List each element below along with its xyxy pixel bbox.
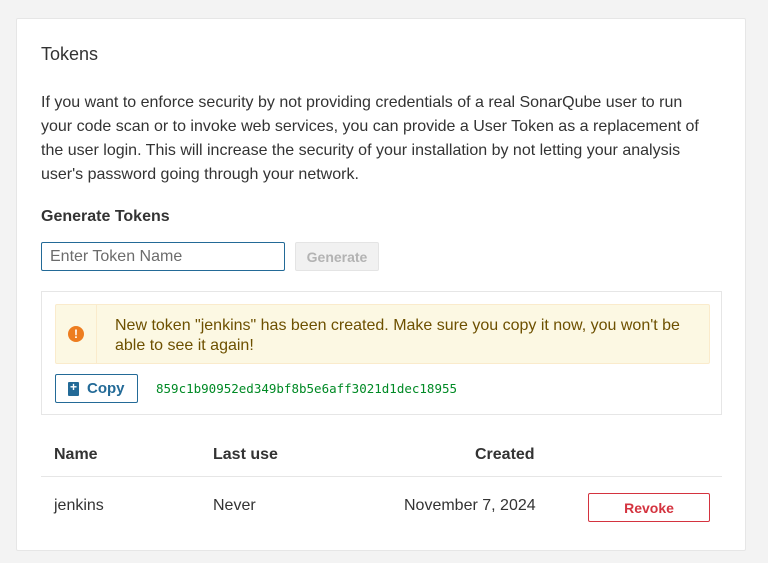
created-cell: November 7, 2024 <box>404 497 536 514</box>
section-title: Tokens <box>41 44 99 64</box>
table-header-divider <box>41 476 722 477</box>
column-header-last-use: Last use <box>213 446 278 463</box>
token-value: 859c1b90952ed349bf8b5e6aff3021d1dec18955 <box>156 381 458 396</box>
section-description: If you want to enforce security by not p… <box>41 94 699 183</box>
generate-button[interactable]: Generate <box>295 242 379 271</box>
warning-alert: ! New token "jenkins" has been created. … <box>55 304 710 364</box>
token-name-cell: jenkins <box>54 497 104 514</box>
column-header-created: Created <box>475 446 535 463</box>
alert-message: New token "jenkins" has been created. Ma… <box>115 317 680 354</box>
alert-icon-container: ! <box>56 305 97 363</box>
generate-tokens-title: Generate Tokens <box>41 208 170 225</box>
column-header-name: Name <box>54 446 98 463</box>
copy-button[interactable]: Copy <box>55 374 138 403</box>
token-name-input[interactable] <box>41 242 285 271</box>
tokens-panel: Tokens If you want to enforce security b… <box>16 18 746 551</box>
warning-icon: ! <box>68 326 84 342</box>
copy-button-label: Copy <box>87 380 125 397</box>
new-token-box: ! New token "jenkins" has been created. … <box>41 291 722 415</box>
copy-icon <box>65 380 79 397</box>
revoke-button[interactable]: Revoke <box>588 493 710 522</box>
last-use-cell: Never <box>213 497 256 514</box>
